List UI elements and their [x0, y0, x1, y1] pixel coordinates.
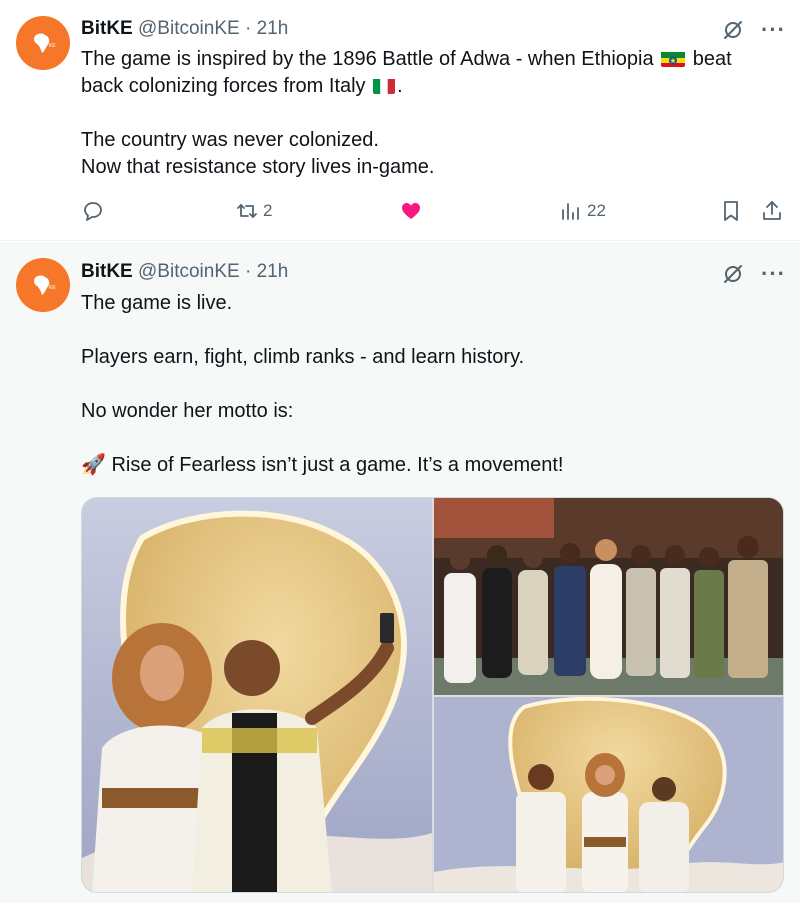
views-icon: [562, 203, 579, 220]
avatar[interactable]: KE: [16, 258, 70, 312]
italy-flag-icon: [373, 77, 396, 94]
reply-icon: [84, 202, 102, 221]
grok-icon[interactable]: [721, 262, 745, 286]
text-segment: beat: [692, 48, 732, 70]
text-line: The game is inspired by the 1896 Battle …: [81, 46, 781, 73]
photo-selfie[interactable]: [82, 498, 432, 892]
separator-dot: ·: [244, 18, 252, 39]
svg-text:KE: KE: [49, 43, 56, 49]
user-handle[interactable]: @BitcoinKE: [138, 261, 240, 282]
display-name[interactable]: BitKE: [81, 261, 133, 282]
tweet-text: The game is inspired by the 1896 Battle …: [81, 46, 781, 181]
africa-logo-icon: KE: [34, 33, 56, 53]
avatar[interactable]: KE: [16, 16, 70, 70]
tweet-text: The game is live. Players earn, fight, c…: [81, 290, 781, 479]
africa-logo-icon: KE: [34, 275, 56, 295]
svg-text:KE: KE: [49, 285, 56, 291]
share-icon: [763, 201, 781, 220]
text-line: The game is live.: [81, 292, 233, 314]
timestamp[interactable]: 21h: [257, 18, 289, 39]
repost-icon: [237, 204, 257, 218]
text-segment: .: [397, 75, 403, 97]
text-segment: The game is inspired by the 1896 Battle …: [81, 48, 654, 70]
display-name[interactable]: BitKE: [81, 18, 133, 39]
repost-button[interactable]: 2: [235, 199, 272, 223]
text-line: The country was never colonized.: [81, 129, 379, 151]
tweet-header: BitKE @BitcoinKE · 21h: [81, 260, 288, 284]
timestamp[interactable]: 21h: [257, 261, 289, 282]
separator-dot: ·: [244, 261, 252, 282]
bookmark-button[interactable]: [719, 199, 743, 223]
grok-icon[interactable]: [721, 18, 745, 42]
text-line: Players earn, fight, climb ranks - and l…: [81, 346, 525, 368]
photo-trio[interactable]: [434, 697, 783, 892]
bookmark-icon: [724, 201, 738, 221]
tweet-1[interactable]: KE BitKE @BitcoinKE · 21h ··· The game i…: [0, 0, 800, 241]
repost-count: 2: [263, 201, 273, 220]
text-line: 🚀 Rise of Fearless isn’t just a game. It…: [81, 454, 564, 476]
heart-icon: [402, 203, 420, 219]
media-grid: [81, 497, 784, 893]
top-right-icons: ···: [721, 262, 786, 286]
like-button[interactable]: [399, 199, 427, 223]
more-icon[interactable]: ···: [761, 19, 786, 41]
photo-group[interactable]: [434, 498, 783, 695]
tweet-2[interactable]: KE BitKE @BitcoinKE · 21h ··· The game i…: [0, 242, 800, 903]
text-segment: back colonizing forces from Italy: [81, 75, 366, 97]
action-bar: 2 22: [81, 199, 786, 227]
user-handle[interactable]: @BitcoinKE: [138, 18, 240, 39]
text-line: back colonizing forces from Italy .: [81, 73, 781, 100]
share-button[interactable]: [760, 199, 784, 223]
text-line: No wonder her motto is:: [81, 400, 294, 422]
ethiopia-flag-icon: [661, 50, 686, 67]
text-line: Now that resistance story lives in-game.: [81, 156, 435, 178]
views-count: 22: [587, 201, 606, 220]
more-icon[interactable]: ···: [761, 263, 786, 285]
views-button[interactable]: 22: [559, 199, 606, 223]
reply-button[interactable]: [81, 199, 109, 223]
top-right-icons: ···: [721, 18, 786, 42]
tweet-header: BitKE @BitcoinKE · 21h: [81, 17, 288, 41]
